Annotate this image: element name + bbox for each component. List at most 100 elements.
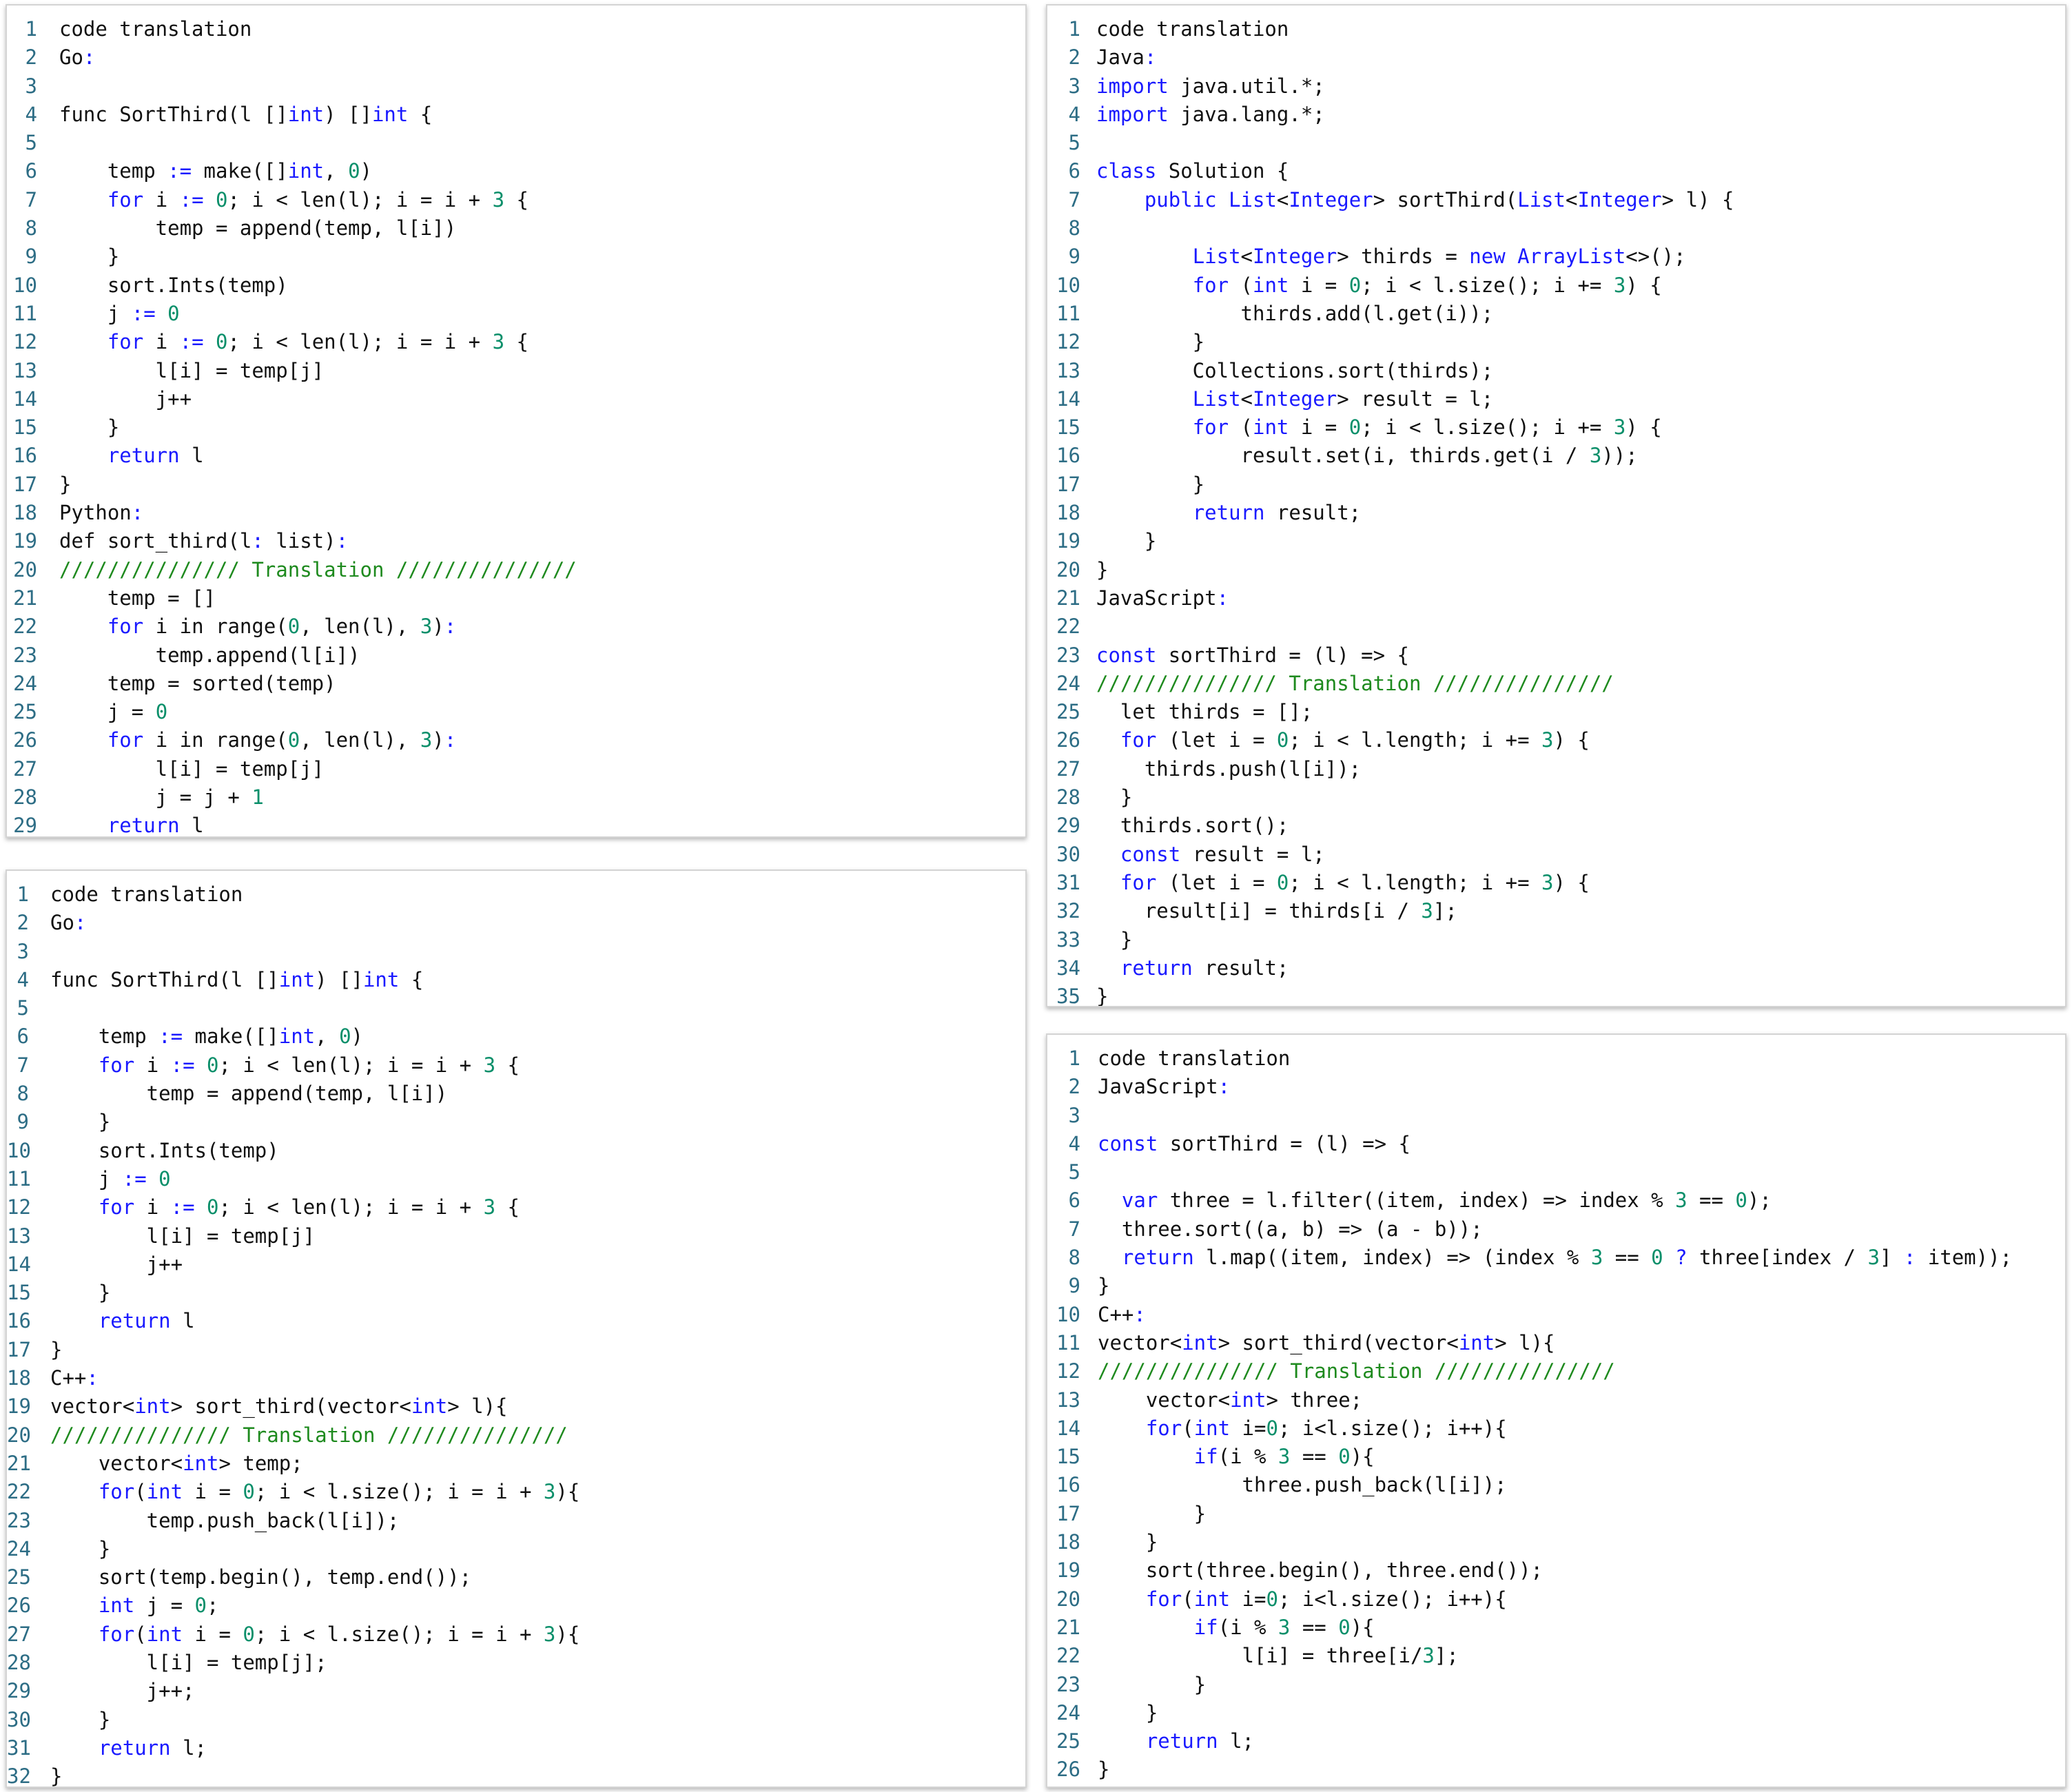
code-token: temp.append(l[i]) (59, 643, 360, 667)
code-text: JavaScript: (1098, 1073, 1230, 1101)
code-text: /////////////// Translation ////////////… (1098, 1357, 1615, 1386)
code-token: == (1290, 1615, 1339, 1639)
line-number: 4 (1068, 1131, 1080, 1155)
code-line: 26 for (let i = 0; i < l.length; i += 3)… (1047, 726, 2065, 754)
code-line: 18 Python: (7, 499, 1025, 527)
code-token: three = l.filter((item, index) => index … (1158, 1188, 1676, 1213)
code-line: 13 vector<int> three; (1047, 1386, 2065, 1414)
line-number: 6 (1068, 159, 1080, 183)
code-text: vector<int> sort_third(vector<int> l){ (1098, 1329, 1555, 1357)
code-text: result.set(i, thirds.get(i / 3)); (1096, 442, 1638, 470)
code-text: func SortThird(l []int) []int { (50, 966, 423, 994)
line-number: 4 (17, 967, 29, 991)
code-line: 9 } (7, 1108, 1025, 1136)
code-text: vector<int> sort_third(vector<int> l){ (50, 1392, 508, 1421)
line-number: 11 (13, 301, 37, 325)
code-token: > three; (1266, 1388, 1363, 1412)
code-token: temp = append(temp, l[i]) (50, 1082, 448, 1106)
code-text: return l (59, 812, 204, 836)
code-token: int (371, 102, 409, 126)
code-token: <>(); (1625, 245, 1686, 269)
code-line: 8 temp = append(temp, l[i]) (7, 214, 1025, 243)
code-text: l[i] = temp[j]; (50, 1649, 327, 1677)
code-token: sort.Ints(temp) (59, 273, 288, 297)
line-number: 16 (1056, 1473, 1080, 1497)
code-text: temp.append(l[i]) (59, 641, 360, 670)
code-text: for (let i = 0; i < l.length; i += 3) { (1096, 869, 1590, 897)
code-token: sort(temp.begin(), temp.end()); (50, 1565, 472, 1589)
line-number: 35 (1056, 985, 1080, 1007)
line-number: 3 (25, 74, 37, 98)
code-line: 31 for (let i = 0; i < l.length; i += 3)… (1047, 869, 2065, 897)
code-token: thirds.add(l.get(i)); (1096, 301, 1494, 325)
code-line: 7 for i := 0; i < len(l); i = i + 3 { (7, 186, 1025, 214)
code-token: l[i] = temp[j] (50, 1224, 316, 1248)
code-token: > thirds = (1337, 245, 1470, 269)
code-token: i in range( (143, 728, 288, 752)
code-token: /////////////// Translation ////////////… (1098, 1359, 1615, 1383)
code-line: 12 for i := 0; i < len(l); i = i + 3 { (7, 328, 1025, 356)
code-text: l[i] = temp[j] (59, 357, 324, 385)
code-text: three.push_back(l[i]); (1098, 1471, 1507, 1499)
code-token: ] (1879, 1246, 1904, 1270)
code-line: 26 int j = 0; (7, 1592, 1025, 1620)
line-number: 18 (13, 501, 37, 525)
code-text: const sortThird = (l) => { (1096, 641, 1409, 670)
code-token: 0 (339, 1024, 351, 1049)
line-number: 10 (1056, 273, 1080, 297)
code-token: ){ (555, 1622, 580, 1646)
code-text: } (1098, 1528, 1158, 1556)
code-text: sort(three.begin(), three.end()); (1098, 1556, 1543, 1585)
code-text: } (1096, 982, 1108, 1006)
line-number: 2 (25, 45, 37, 70)
code-token: > l){ (447, 1394, 508, 1419)
code-token: int (362, 967, 400, 991)
code-token: : (1144, 45, 1157, 70)
line-number: 2 (1068, 1075, 1080, 1099)
line-number: 16 (13, 444, 37, 468)
code-token: if (1193, 1445, 1218, 1469)
line-number: 28 (13, 785, 37, 810)
code-token: : (86, 1366, 99, 1390)
code-token: 0 (216, 330, 228, 354)
code-token: { (504, 187, 529, 212)
code-token: i = (1289, 273, 1349, 297)
code-token: int (183, 1451, 219, 1475)
code-token: 0 (1276, 870, 1289, 894)
code-token: temp (50, 1024, 159, 1049)
code-line: 6 var three = l.filter((item, index) => … (1047, 1186, 2065, 1215)
code-token: 3 (543, 1622, 556, 1646)
code-token: int (1193, 1416, 1231, 1440)
line-number: 25 (1056, 700, 1080, 724)
code-token: for (1145, 1416, 1182, 1440)
code-text: } (59, 413, 119, 442)
code-text: l[i] = temp[j] (59, 755, 324, 783)
code-line: 33 } (1047, 926, 2065, 954)
line-number: 20 (1056, 557, 1080, 581)
code-token: 0 (1276, 728, 1289, 752)
code-token: code translation (59, 17, 252, 41)
code-text: } (50, 1706, 110, 1734)
code-text: Python: (59, 499, 143, 527)
code-text: } (1098, 1671, 1206, 1699)
code-token: : (1903, 1246, 1916, 1270)
line-number: 3 (1068, 74, 1080, 98)
code-token: == (1290, 1445, 1339, 1469)
code-line: 2 Go: (7, 43, 1025, 72)
code-token: ; (207, 1594, 219, 1618)
line-number: 8 (1068, 216, 1080, 240)
code-text: import java.util.*; (1096, 72, 1325, 101)
code-token: j = j + (59, 785, 252, 810)
code-token: > sort_third(vector< (170, 1394, 411, 1419)
code-token: result = l; (1180, 842, 1325, 866)
line-number: 17 (1056, 1501, 1080, 1525)
line-number: 6 (25, 159, 37, 183)
code-text: } (50, 1535, 110, 1563)
code-token: } (1098, 1530, 1158, 1554)
code-line: 8 (1047, 214, 2065, 243)
